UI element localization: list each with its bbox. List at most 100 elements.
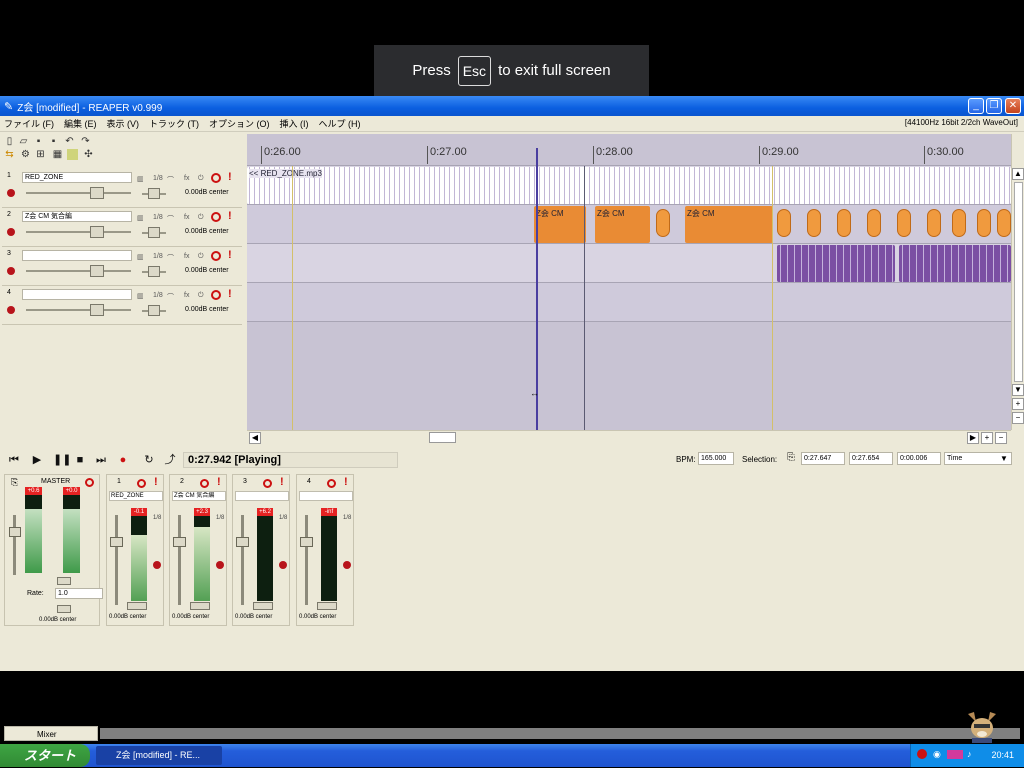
strip-solo-button[interactable]: ! [217, 476, 221, 488]
track-pan-slider[interactable] [142, 227, 166, 238]
track-pan-slider[interactable] [142, 305, 166, 316]
strip-pan-knob[interactable] [127, 602, 147, 610]
selection-end-field[interactable]: 0:27.654 [849, 452, 893, 465]
strip-record-arm[interactable] [343, 561, 351, 569]
master-mute-button[interactable] [85, 478, 94, 487]
crossfade-icon[interactable]: ✣ [83, 149, 94, 160]
track-io[interactable]: 1/8 [153, 292, 163, 299]
metronome-icon[interactable]: ▦ [52, 149, 63, 160]
tray-volume-icon[interactable]: ♪ [967, 749, 972, 759]
arrange-view[interactable]: 0:26.00 0:27.00 0:28.00 0:29.00 0:30.00 … [247, 134, 1011, 430]
track-lane-4[interactable] [247, 283, 1011, 322]
track-io[interactable]: 1/8 [153, 214, 163, 221]
rate-slider-knob[interactable] [57, 605, 71, 613]
stop-icon[interactable]: ■ [74, 454, 86, 466]
fx-bypass-icon[interactable]: ⏻ [198, 292, 204, 300]
mixer-tab[interactable]: Mixer [4, 726, 98, 741]
strip-record-arm[interactable] [153, 561, 161, 569]
fx-bypass-icon[interactable]: ⏻ [198, 253, 204, 261]
audio-clip-fragment[interactable] [837, 209, 851, 237]
strip-fader-track[interactable] [178, 515, 181, 605]
tray-network-icon[interactable]: ◉ [933, 749, 941, 760]
audio-clip-purple[interactable] [899, 245, 1011, 282]
horizontal-scrollbar[interactable]: ◀ ▶ + − [247, 430, 1011, 444]
menu-file[interactable]: ファイル (F) [4, 117, 54, 130]
fx-button[interactable]: fx [184, 253, 189, 260]
strip-solo-button[interactable]: ! [154, 476, 158, 488]
lock-icon[interactable] [67, 149, 78, 160]
mute-button[interactable] [211, 212, 221, 222]
routing-icon[interactable]: ⎘ [11, 477, 18, 488]
track-volume-slider[interactable] [26, 265, 131, 277]
mixer-scrollbar[interactable] [100, 728, 1020, 739]
solo-button[interactable]: ! [228, 249, 232, 261]
strip-fader-knob[interactable] [173, 537, 186, 547]
vertical-scrollbar[interactable]: ▲ ▼ + − [1011, 134, 1024, 430]
menu-help[interactable]: ヘルプ (H) [319, 117, 361, 130]
fx-button[interactable]: fx [184, 175, 189, 182]
menu-view[interactable]: 表示 (V) [107, 117, 140, 130]
selection-start-field[interactable]: 0:27.647 [801, 452, 845, 465]
track-volume-slider[interactable] [26, 187, 131, 199]
selection-lock-icon[interactable]: ⎘ [785, 452, 797, 464]
strip-solo-button[interactable]: ! [344, 476, 348, 488]
envelope-icon[interactable]: ⌒ [167, 175, 174, 185]
horizontal-scroll-thumb[interactable] [429, 432, 456, 443]
ripple-icon[interactable]: ⚙ [20, 149, 31, 160]
master-fader-knob[interactable] [9, 527, 21, 537]
close-button[interactable]: ✕ [1005, 98, 1021, 114]
track-volume-slider[interactable] [26, 226, 131, 238]
solo-button[interactable]: ! [228, 210, 232, 222]
track-pan-slider[interactable] [142, 188, 166, 199]
audio-clip-cm[interactable]: Z会 CM [595, 206, 650, 243]
hzoom-out-button[interactable]: − [995, 432, 1007, 444]
audio-clip-red-zone[interactable]: << RED_ZONE.mp3 [247, 167, 1011, 204]
phase-icon[interactable]: ▥ [137, 214, 144, 222]
track-name-field[interactable]: Z会 CM 気合編 [22, 211, 132, 222]
track-lane-1[interactable]: << RED_ZONE.mp3 [247, 166, 1011, 205]
strip-name[interactable] [235, 491, 289, 501]
track-pan-slider[interactable] [142, 266, 166, 277]
master-fader-track[interactable] [13, 515, 16, 575]
fx-button[interactable]: fx [184, 214, 189, 221]
audio-clip-fragment[interactable] [867, 209, 881, 237]
strip-pan-knob[interactable] [317, 602, 337, 610]
strip-fader-track[interactable] [115, 515, 118, 605]
mute-button[interactable] [211, 251, 221, 261]
strip-pan-knob[interactable] [190, 602, 210, 610]
strip-record-arm[interactable] [279, 561, 287, 569]
title-bar[interactable]: ✎ Z会 [modified] - REAPER v0.999 _ ❐ ✕ [0, 96, 1024, 116]
strip-name[interactable]: RED_ZONE [109, 491, 163, 501]
strip-name[interactable] [299, 491, 353, 501]
maximize-button[interactable]: ❐ [986, 98, 1002, 114]
save-icon[interactable]: ▪ [33, 136, 44, 147]
strip-io[interactable]: 1/8 [216, 515, 224, 521]
pan-knob[interactable] [148, 266, 160, 277]
record-icon[interactable]: ● [117, 454, 129, 466]
undo-icon[interactable]: ↶ [64, 136, 75, 147]
menu-insert[interactable]: 挿入 (I) [280, 117, 309, 130]
record-arm-button[interactable] [7, 228, 15, 236]
open-folder-icon[interactable]: ▱ [18, 136, 29, 147]
audio-clip-cm[interactable]: Z会 CM [685, 206, 773, 243]
minimize-button[interactable]: _ [968, 98, 984, 114]
pan-knob[interactable] [148, 305, 160, 316]
track-io[interactable]: 1/8 [153, 253, 163, 260]
track-name-field[interactable]: RED_ZONE [22, 172, 132, 183]
envelope-icon[interactable]: ⌒ [167, 292, 174, 302]
pan-knob[interactable] [148, 227, 160, 238]
strip-pan-knob[interactable] [253, 602, 273, 610]
solo-button[interactable]: ! [228, 171, 232, 183]
record-arm-button[interactable] [7, 189, 15, 197]
play-icon[interactable]: ▶ [31, 454, 43, 466]
chevron-down-icon[interactable]: ▼ [1000, 454, 1008, 463]
envelope-icon[interactable]: ⌒ [167, 253, 174, 263]
go-to-end-icon[interactable]: ⏭ [95, 454, 107, 466]
track-lane-3[interactable] [247, 244, 1011, 283]
mute-button[interactable] [211, 173, 221, 183]
fx-button[interactable]: fx [184, 292, 189, 299]
save-as-icon[interactable]: ▪ [48, 136, 59, 147]
new-file-icon[interactable]: ▯ [4, 136, 15, 147]
scroll-down-button[interactable]: ▼ [1012, 384, 1024, 396]
track-io[interactable]: 1/8 [153, 175, 163, 182]
